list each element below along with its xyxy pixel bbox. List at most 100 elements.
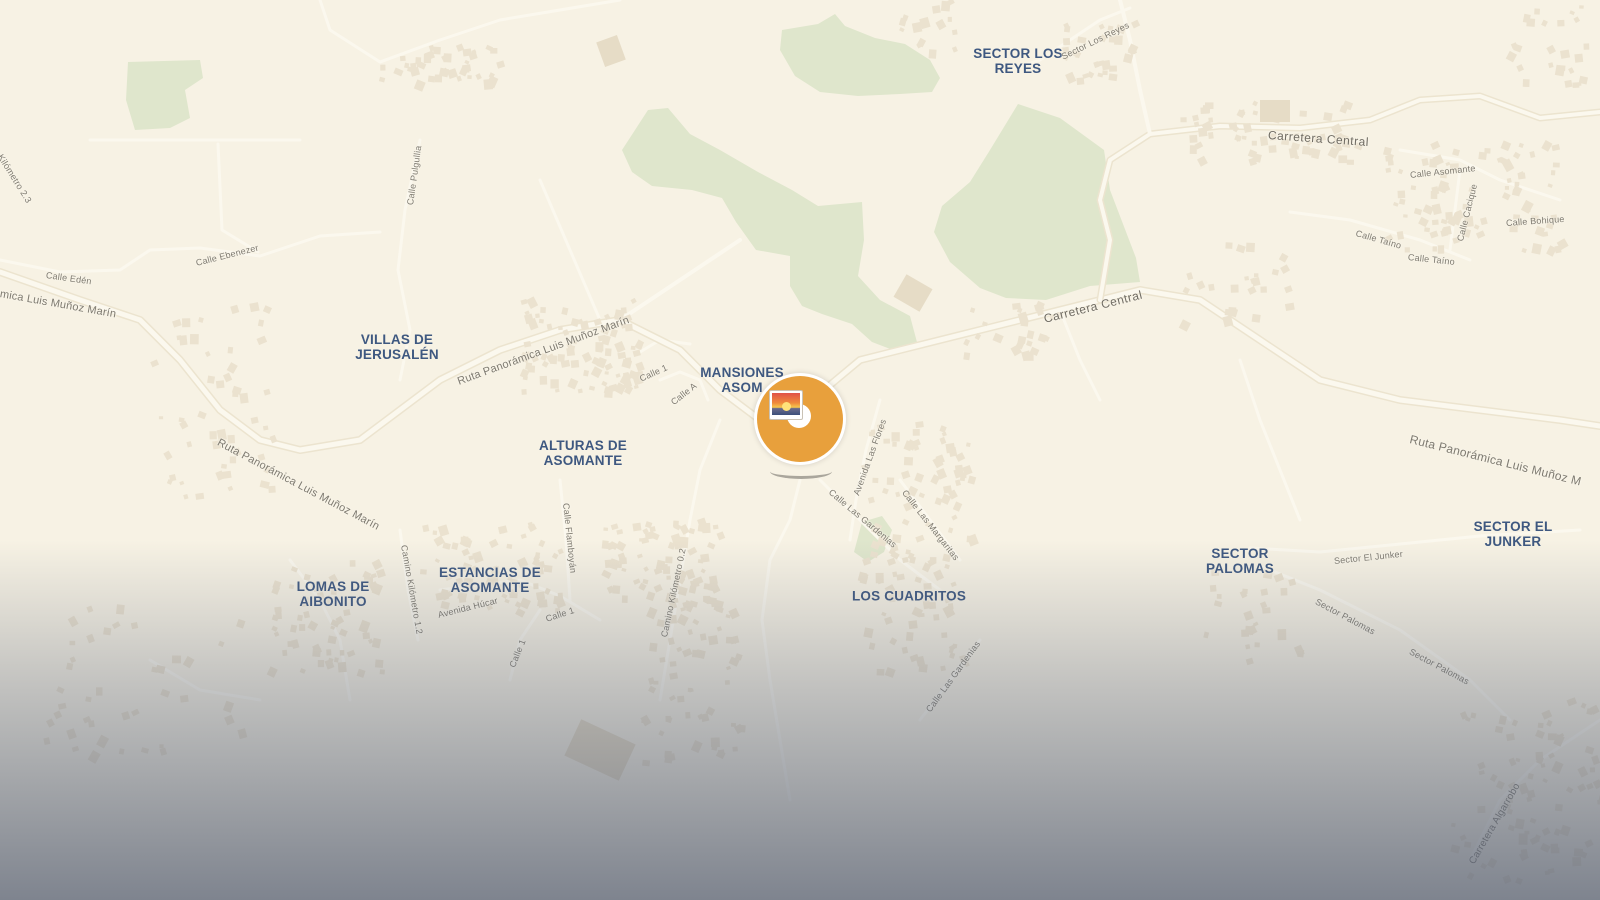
building xyxy=(566,347,575,357)
building xyxy=(275,610,282,620)
building xyxy=(1537,722,1544,729)
building xyxy=(912,428,920,436)
building xyxy=(700,553,710,563)
building xyxy=(227,346,234,354)
building xyxy=(490,48,498,54)
building xyxy=(903,456,914,466)
building xyxy=(601,540,609,550)
building xyxy=(1517,172,1526,180)
building xyxy=(159,744,164,749)
building xyxy=(312,647,321,658)
building xyxy=(603,527,609,531)
building xyxy=(908,620,918,630)
building xyxy=(379,669,385,675)
building xyxy=(1245,644,1251,650)
structure xyxy=(1260,100,1290,122)
building xyxy=(708,575,718,585)
marker-shadow xyxy=(770,464,832,479)
building xyxy=(963,352,971,361)
building xyxy=(222,470,232,479)
building xyxy=(665,715,672,722)
building xyxy=(1573,848,1584,857)
building xyxy=(1262,607,1271,614)
building xyxy=(349,560,356,567)
building xyxy=(659,657,666,663)
building xyxy=(1464,841,1472,848)
building xyxy=(521,389,527,395)
building xyxy=(708,635,719,646)
building xyxy=(1063,38,1071,46)
building xyxy=(209,431,217,440)
building xyxy=(1410,185,1417,191)
map-viewport[interactable]: SECTOR LOS REYES VILLAS DE JERUSALÉN MAN… xyxy=(0,0,1600,900)
building xyxy=(1208,117,1214,123)
building xyxy=(1518,833,1528,845)
building xyxy=(550,379,559,389)
building xyxy=(1101,59,1111,71)
building xyxy=(1208,131,1214,139)
building xyxy=(1572,856,1582,867)
building xyxy=(1554,64,1566,77)
building xyxy=(337,661,347,673)
building xyxy=(951,29,958,36)
building xyxy=(522,375,528,381)
building xyxy=(239,392,249,404)
marker-pin xyxy=(757,376,843,462)
building xyxy=(1385,155,1393,162)
building xyxy=(249,302,260,313)
building xyxy=(343,609,351,617)
building xyxy=(663,566,671,574)
building xyxy=(620,307,627,314)
building xyxy=(1304,148,1310,153)
photo-location-marker[interactable] xyxy=(754,373,846,465)
building xyxy=(1241,135,1247,140)
building xyxy=(1241,629,1250,637)
building xyxy=(326,649,332,656)
building xyxy=(1076,77,1085,85)
building xyxy=(282,649,288,657)
building xyxy=(966,535,973,543)
building xyxy=(374,659,384,668)
area-label: SECTOR EL JUNKER xyxy=(1473,519,1553,549)
building xyxy=(1403,214,1408,218)
photo-thumbnail xyxy=(772,393,800,415)
building xyxy=(1254,642,1260,648)
building xyxy=(1225,242,1233,249)
building xyxy=(66,662,74,671)
building xyxy=(1437,245,1445,254)
building xyxy=(1244,276,1250,281)
building xyxy=(1583,43,1590,50)
building xyxy=(274,606,282,613)
building xyxy=(712,524,719,530)
building xyxy=(1550,170,1556,176)
building xyxy=(540,307,546,314)
building xyxy=(543,564,553,573)
building xyxy=(1506,733,1515,742)
building xyxy=(317,660,325,668)
building xyxy=(1209,584,1217,592)
building xyxy=(262,425,269,431)
building xyxy=(604,371,609,375)
building xyxy=(905,631,914,642)
building xyxy=(467,75,472,80)
building xyxy=(535,313,540,319)
building xyxy=(928,49,937,59)
building xyxy=(539,375,548,385)
building xyxy=(612,585,621,595)
building xyxy=(577,388,583,394)
building xyxy=(1251,140,1257,146)
building xyxy=(1260,588,1269,596)
area-label: SECTOR LOS REYES xyxy=(973,46,1063,76)
building xyxy=(947,16,952,22)
building xyxy=(1020,319,1029,327)
building xyxy=(919,613,925,618)
building xyxy=(1514,818,1525,830)
building xyxy=(1277,629,1287,641)
building xyxy=(665,556,673,564)
building xyxy=(1557,19,1565,27)
building xyxy=(115,604,125,615)
building xyxy=(1102,70,1108,76)
building xyxy=(380,64,386,71)
building xyxy=(432,530,438,536)
building xyxy=(96,687,103,696)
